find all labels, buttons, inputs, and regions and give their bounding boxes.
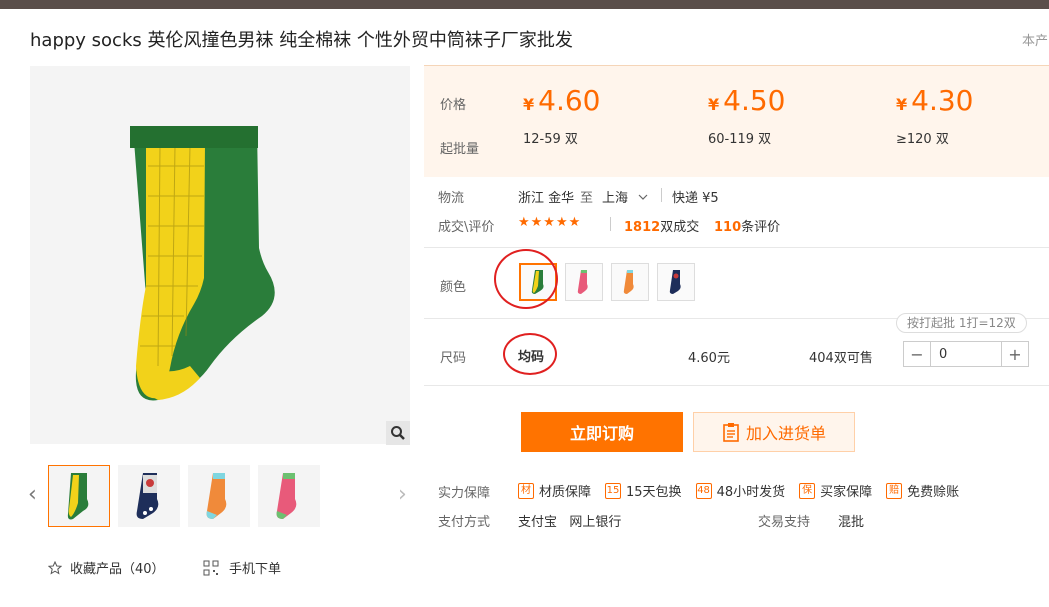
color-swatch-orange[interactable] bbox=[611, 263, 649, 301]
color-label: 颜色 bbox=[440, 280, 467, 295]
guarantee-label: 实力保障 bbox=[438, 486, 491, 501]
moq-label: 起批量 bbox=[440, 142, 480, 157]
divider bbox=[424, 385, 1049, 386]
thumbnail-item[interactable] bbox=[258, 465, 320, 527]
logistics-label: 物流 bbox=[438, 191, 465, 206]
pink-green-sock-icon bbox=[276, 473, 297, 519]
guarantee-item[interactable]: 保 买家保障 bbox=[799, 481, 872, 500]
guarantee-text: 15天包换 bbox=[626, 485, 682, 500]
annotation-circle bbox=[494, 249, 558, 309]
separator bbox=[661, 188, 662, 202]
navy-red-sock-icon bbox=[136, 473, 159, 519]
orange-blue-sock-icon bbox=[623, 270, 634, 294]
annotation-circle bbox=[503, 333, 557, 375]
quantity-stepper: − + bbox=[903, 341, 1029, 367]
review-number: 110 bbox=[714, 220, 742, 235]
quantity-input[interactable] bbox=[930, 342, 1002, 366]
color-swatch-navy[interactable] bbox=[657, 263, 695, 301]
payment-label: 支付方式 bbox=[438, 515, 491, 530]
separator bbox=[610, 217, 611, 231]
add-to-cart-button[interactable]: 加入进货单 bbox=[693, 412, 855, 452]
guarantee-item[interactable]: 赔 免费赊账 bbox=[886, 481, 959, 500]
guarantee-text: 材质保障 bbox=[539, 485, 592, 500]
collect-product-button[interactable]: 收藏产品（40） bbox=[48, 558, 165, 577]
guarantee-text: 48小时发货 bbox=[716, 485, 786, 500]
tier-range: ≥120 双 bbox=[896, 132, 949, 147]
divider bbox=[424, 247, 1049, 248]
currency-symbol: ¥ bbox=[896, 95, 908, 114]
batch-note: 按打起批 1打=12双 bbox=[896, 313, 1027, 333]
buy-now-button[interactable]: 立即订购 bbox=[521, 412, 683, 452]
rating-stars: ★★★★★ bbox=[518, 215, 582, 230]
origin-text: 浙江 金华 bbox=[518, 191, 575, 206]
navy-red-sock-icon bbox=[669, 270, 681, 294]
thumbnail-item[interactable] bbox=[118, 465, 180, 527]
price-panel: 价格 起批量 ¥4.60 12-59 双 ¥4.50 60-119 双 ¥4.3… bbox=[424, 65, 1049, 177]
material-guarantee-icon: 材 bbox=[518, 482, 534, 499]
guarantee-item[interactable]: 15 15天包换 bbox=[605, 481, 682, 500]
main-product-image[interactable] bbox=[30, 66, 410, 444]
trade-support-value: 混批 bbox=[838, 515, 865, 530]
shipping-fee: 快递 ¥5 bbox=[672, 191, 719, 206]
product-title: happy socks 英伦风撞色男袜 纯全棉袜 个性外贸中筒袜子厂家批发 bbox=[30, 30, 573, 51]
tier-range: 12-59 双 bbox=[523, 132, 578, 147]
thumbnail-item[interactable] bbox=[188, 465, 250, 527]
stock-count: 404双可售 bbox=[809, 351, 873, 366]
collect-label: 收藏产品（40） bbox=[70, 562, 165, 577]
size-label: 尺码 bbox=[440, 351, 467, 366]
guarantee-item[interactable]: 48 48小时发货 bbox=[695, 481, 786, 500]
price-tier: ¥4.50 60-119 双 bbox=[708, 84, 785, 147]
chevron-right-icon[interactable]: › bbox=[398, 484, 407, 506]
guarantee-list: 材 材质保障 15 15天包换 48 48小时发货 保 买家保障 赔 免费赊账 bbox=[518, 481, 959, 500]
mobile-label: 手机下单 bbox=[229, 562, 282, 577]
guarantee-text: 免费赊账 bbox=[907, 485, 960, 500]
deals-count[interactable]: 1812双成交 bbox=[624, 216, 699, 235]
guarantee-text: 买家保障 bbox=[820, 485, 873, 500]
report-link[interactable]: 本产 bbox=[1022, 30, 1048, 49]
tier-price: 4.50 bbox=[723, 84, 786, 117]
mobile-order-button[interactable]: 手机下单 bbox=[203, 558, 281, 577]
add-to-cart-label: 加入进货单 bbox=[745, 424, 826, 443]
trade-support-label: 交易支持 bbox=[758, 515, 811, 530]
credit-icon: 赔 bbox=[886, 482, 903, 499]
zoom-button[interactable] bbox=[386, 421, 410, 445]
qr-code-icon bbox=[203, 560, 219, 575]
chevron-left-icon[interactable]: ‹ bbox=[28, 484, 37, 506]
price-tier: ¥4.60 12-59 双 bbox=[523, 84, 600, 147]
chevron-down-icon bbox=[638, 194, 648, 200]
review-count[interactable]: 110条评价 bbox=[714, 216, 780, 235]
tier-range: 60-119 双 bbox=[708, 132, 772, 147]
reviews-label: 成交\评价 bbox=[438, 220, 495, 235]
increase-button[interactable]: + bbox=[1002, 342, 1028, 366]
currency-symbol: ¥ bbox=[523, 95, 535, 114]
star-outline-icon bbox=[48, 560, 62, 575]
destination-dropdown[interactable]: 上海 bbox=[602, 187, 648, 206]
review-suffix: 条评价 bbox=[741, 220, 781, 235]
top-navigation-bar bbox=[0, 0, 1049, 9]
color-swatch-pink[interactable] bbox=[565, 263, 603, 301]
magnifier-icon bbox=[391, 426, 405, 440]
thumbnail-carousel: ‹ › bbox=[28, 465, 413, 527]
pink-green-sock-icon bbox=[577, 270, 588, 294]
payment-methods: 支付宝 网上银行 bbox=[518, 515, 622, 530]
deals-number: 1812 bbox=[624, 220, 661, 235]
destination-text: 上海 bbox=[602, 191, 629, 206]
tier-price: 4.60 bbox=[538, 84, 601, 117]
deals-suffix: 双成交 bbox=[660, 220, 700, 235]
price-label: 价格 bbox=[440, 98, 467, 113]
price-tier: ¥4.30 ≥120 双 bbox=[896, 84, 973, 147]
currency-symbol: ¥ bbox=[708, 95, 720, 114]
to-text: 至 bbox=[580, 191, 594, 206]
buyer-protection-icon: 保 bbox=[799, 482, 816, 499]
decrease-button[interactable]: − bbox=[904, 342, 930, 366]
exchange-icon: 15 bbox=[605, 482, 622, 499]
clipboard-icon bbox=[723, 423, 739, 442]
guarantee-item[interactable]: 材 材质保障 bbox=[518, 481, 591, 500]
tier-price: 4.30 bbox=[911, 84, 974, 117]
orange-blue-sock-icon bbox=[206, 473, 227, 519]
green-yellow-sock-icon bbox=[67, 473, 89, 520]
shipping-time-icon: 48 bbox=[695, 482, 712, 499]
size-price: 4.60元 bbox=[688, 351, 730, 366]
thumbnail-item[interactable] bbox=[48, 465, 110, 527]
